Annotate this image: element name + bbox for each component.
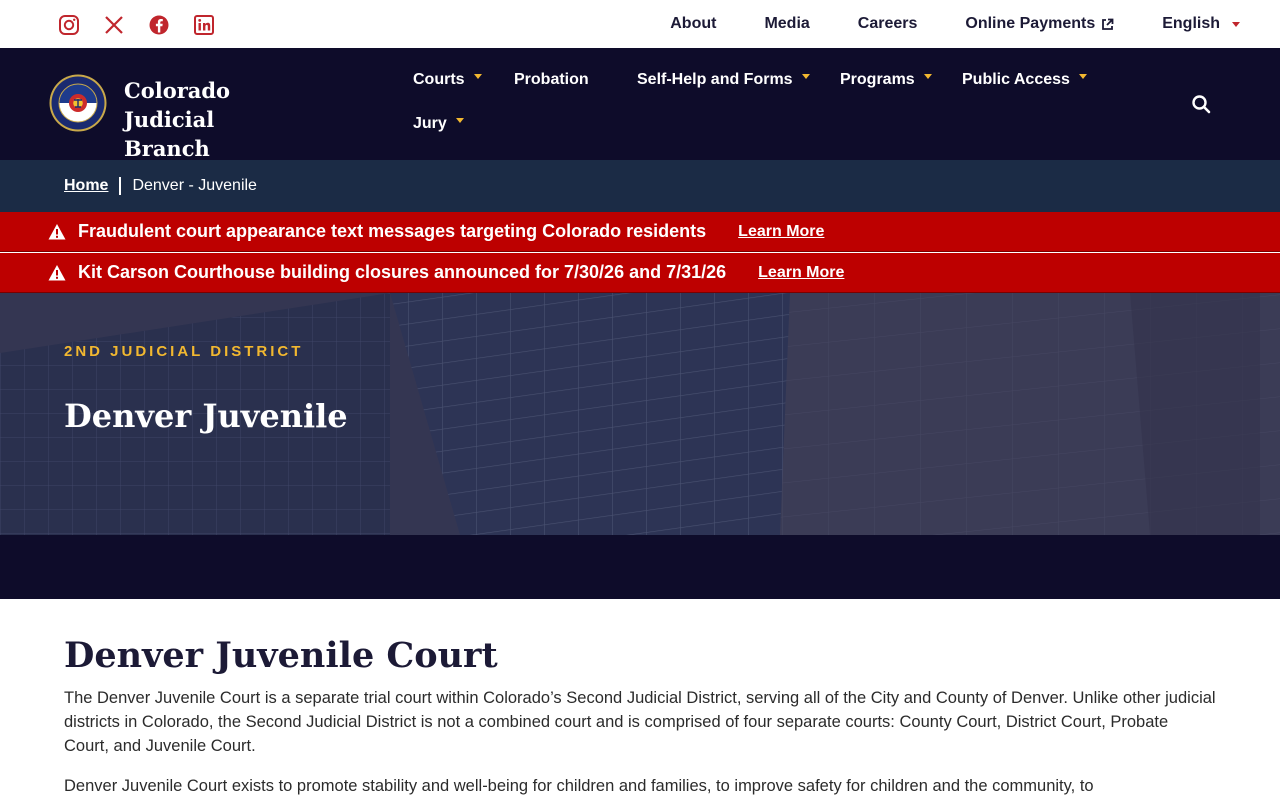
main-header: Colorado Judicial Branch Courts Probatio… [0, 48, 1280, 163]
primary-nav: Courts Probation Self-Help and Forms Pro… [413, 48, 1153, 160]
breadcrumb-current: Denver - Juvenile [132, 177, 257, 194]
alert-learn-more-link[interactable]: Learn More [738, 223, 824, 241]
nav-courts[interactable]: Courts [413, 71, 482, 89]
breadcrumb-separator [119, 177, 122, 195]
chevron-down-icon [455, 117, 464, 123]
chevron-down-icon [801, 73, 810, 79]
facebook-icon[interactable] [148, 14, 170, 36]
chevron-down-icon [473, 73, 482, 79]
hero-title: Denver Juvenile [64, 397, 348, 435]
search-icon [1192, 95, 1211, 114]
alert-banner: Kit Carson Courthouse building closures … [0, 253, 1280, 293]
nav-self-help-and-forms[interactable]: Self-Help and Forms [637, 71, 810, 89]
instagram-icon[interactable] [58, 14, 80, 36]
search-button[interactable] [1190, 93, 1212, 115]
breadcrumb: Home Denver - Juvenile [0, 160, 1280, 212]
utility-links: About Media Careers Online Payments Engl… [670, 0, 1240, 48]
warning-icon [48, 223, 66, 239]
alert-message: Kit Carson Courthouse building closures … [78, 262, 727, 282]
hero-kicker: 2ND JUDICIAL DISTRICT [64, 343, 304, 360]
online-payments-link[interactable]: Online Payments [965, 15, 1114, 33]
nav-public-access[interactable]: Public Access [962, 71, 1087, 89]
external-link-icon [1102, 18, 1114, 30]
colorado-courts-seal-logo[interactable] [49, 74, 107, 132]
x-icon[interactable] [103, 14, 125, 36]
chevron-down-icon [1078, 73, 1087, 79]
social-links [58, 14, 215, 36]
utility-bar: About Media Careers Online Payments Engl… [0, 0, 1280, 48]
careers-link[interactable]: Careers [858, 15, 918, 33]
mission-paragraph: Denver Juvenile Court exists to promote … [64, 777, 1094, 795]
nav-programs[interactable]: Programs [840, 71, 932, 89]
site-title[interactable]: Colorado Judicial Branch [124, 76, 324, 163]
hero-bottom-band [0, 535, 1280, 599]
alert-message: Fraudulent court appearance text message… [78, 221, 707, 241]
linkedin-icon[interactable] [193, 14, 215, 36]
chevron-down-icon [923, 73, 932, 79]
page-title: Denver Juvenile Court [64, 635, 498, 676]
alert-learn-more-link[interactable]: Learn More [758, 264, 844, 282]
main-content: Denver Juvenile Court The Denver Juvenil… [64, 634, 1216, 798]
nav-probation[interactable]: Probation [514, 71, 589, 89]
intro-paragraph: The Denver Juvenile Court is a separate … [64, 689, 1216, 755]
media-link[interactable]: Media [764, 15, 809, 33]
about-link[interactable]: About [670, 15, 716, 33]
language-select[interactable]: English [1162, 15, 1240, 33]
hero-banner: 2ND JUDICIAL DISTRICT Denver Juvenile [0, 293, 1280, 535]
nav-jury[interactable]: Jury [413, 115, 464, 133]
chevron-down-icon [1232, 21, 1240, 27]
breadcrumb-home[interactable]: Home [64, 177, 108, 195]
warning-icon [48, 264, 66, 280]
alert-banner: Fraudulent court appearance text message… [0, 212, 1280, 252]
